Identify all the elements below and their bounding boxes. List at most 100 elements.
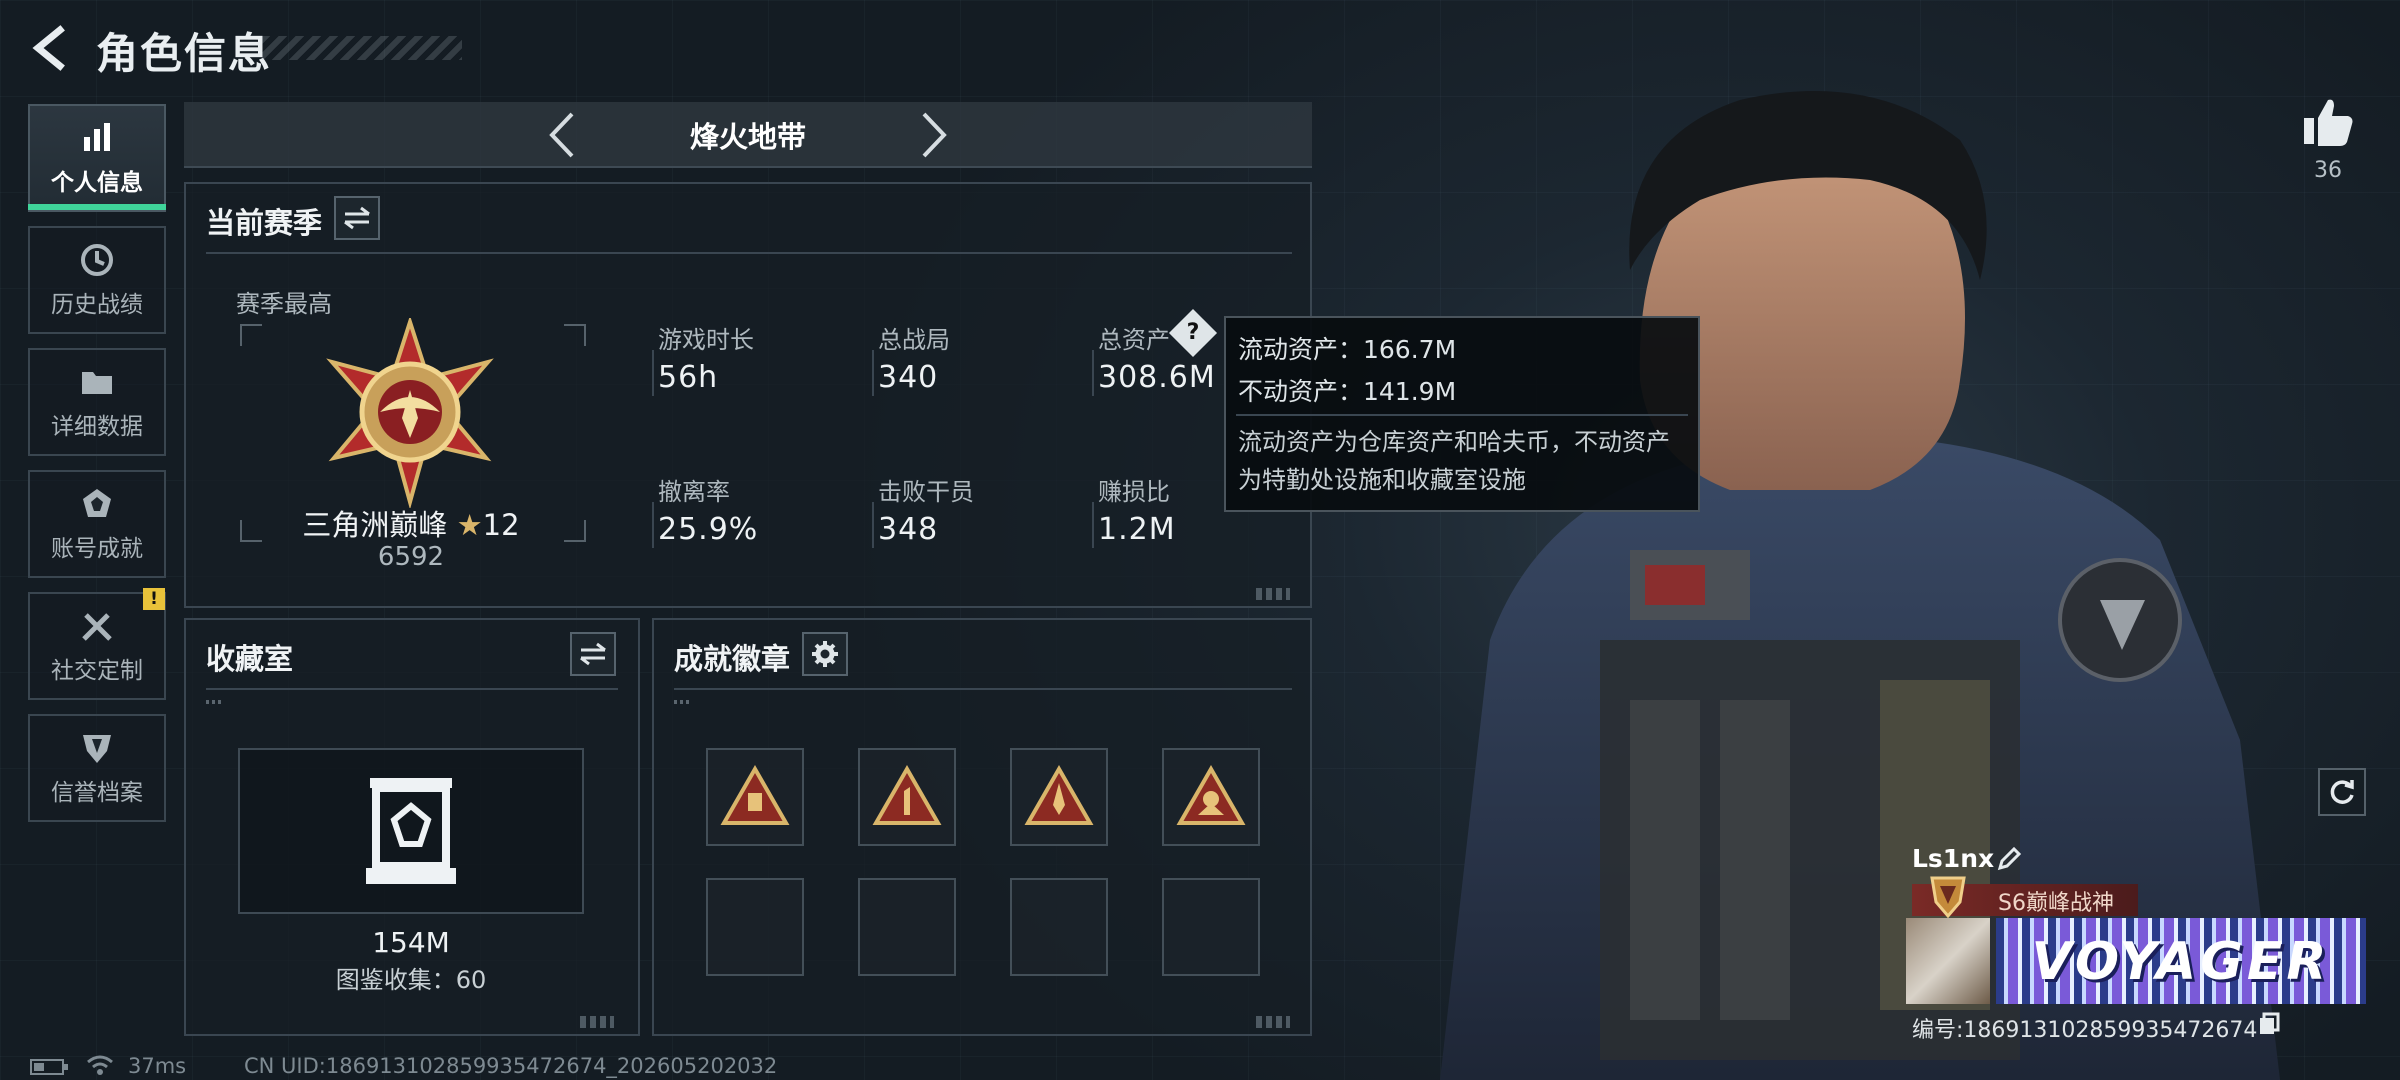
achievement-icon [83, 489, 111, 517]
stat-separator [872, 502, 874, 548]
stat-label-matches: 总战局 [878, 326, 950, 354]
stat-label-extract-rate: 撤离率 [658, 478, 730, 506]
rank-stars: 12 [482, 508, 520, 542]
alert-badge: ! [143, 588, 165, 610]
badge-slot-empty[interactable] [1010, 878, 1108, 976]
swap-icon [344, 206, 370, 230]
title-badge-text: S6巅峰战神 [1998, 891, 2114, 916]
rank-name: 三角洲巅峰 [302, 508, 448, 542]
panel-corner-decoration [1256, 588, 1290, 600]
stat-separator [652, 350, 654, 396]
badge-settings-button[interactable] [802, 632, 848, 676]
player-name: Ls1nx [1912, 844, 1995, 873]
sidebar-item-label: 社交定制 [51, 658, 143, 684]
badge-slot-empty[interactable] [858, 878, 956, 976]
stat-value-kills: 348 [878, 512, 939, 547]
refresh-button[interactable] [2318, 768, 2366, 816]
stripe-decoration [674, 700, 692, 704]
sidebar-item-personal-info[interactable]: 个人信息 [28, 104, 166, 212]
history-clock-icon [81, 244, 113, 276]
sidebar-item-achievements[interactable]: 账号成就 [28, 470, 166, 578]
tools-icon [82, 613, 112, 641]
wifi-icon [87, 1055, 113, 1075]
stat-value-assets: 308.6M [1098, 360, 1216, 395]
bar-chart-icon [84, 123, 110, 151]
footer-uid: CN UID:186913102859935472674_20260520203… [244, 1054, 778, 1078]
tooltip-liquid-assets: 流动资产：166.7M [1238, 335, 1457, 364]
folder-icon [82, 372, 112, 394]
mode-label: 烽火地带 [689, 120, 806, 154]
edit-pencil-icon[interactable] [1996, 846, 2022, 872]
player-uid: 编号:186913102859935472674 [1912, 1018, 2258, 1043]
badge-slot-empty[interactable] [706, 878, 804, 976]
thumbs-up-icon[interactable] [2300, 94, 2356, 150]
ping-text: 37ms [128, 1054, 187, 1078]
name-card-banner[interactable]: VOYAGER [1996, 918, 2366, 1004]
collection-catalog: 图鉴收集：60 [335, 966, 487, 994]
rank-emblem-icon [326, 318, 494, 508]
sidebar-item-label: 信誉档案 [51, 780, 143, 806]
badge-slot-empty[interactable] [1162, 878, 1260, 976]
refresh-icon [2330, 780, 2354, 804]
divider [206, 688, 618, 690]
sidebar-item-history[interactable]: 历史战绩 [28, 226, 166, 334]
title-decoration [262, 36, 462, 60]
stat-label-kills: 击败干员 [878, 478, 974, 506]
collection-title: 收藏室 [206, 642, 294, 676]
copy-icon[interactable] [2258, 1012, 2280, 1036]
star-icon: ★ [456, 508, 483, 542]
badge-4-icon [1176, 765, 1246, 825]
badge-1-icon [720, 765, 790, 825]
season-title: 当前赛季 [206, 206, 323, 240]
stat-label-playtime: 游戏时长 [658, 326, 754, 354]
stat-value-profit-ratio: 1.2M [1098, 512, 1176, 547]
help-glyph: ? [1186, 320, 1200, 345]
divider [206, 252, 1292, 254]
panel-corner-decoration [1256, 1016, 1290, 1028]
collection-swap-button[interactable] [570, 632, 616, 676]
collection-value: 154M [372, 926, 450, 959]
badge-slot[interactable] [1010, 748, 1108, 846]
vault-icon [366, 778, 456, 884]
prev-mode-button[interactable] [542, 108, 582, 162]
banner-text: VOYAGER [2031, 932, 2331, 992]
badge-3-icon [1024, 765, 1094, 825]
back-arrow-icon[interactable] [24, 22, 76, 74]
page-title: 角色信息 [96, 29, 273, 78]
stripe-decoration [206, 700, 224, 704]
sidebar-item-credit[interactable]: 信誉档案 [28, 714, 166, 822]
stat-value-playtime: 56h [658, 360, 719, 395]
sidebar-item-detailed-data[interactable]: 详细数据 [28, 348, 166, 456]
badge-slot[interactable] [1162, 748, 1260, 846]
sidebar-item-label: 详细数据 [51, 414, 143, 440]
banner-photo [1906, 918, 1990, 1004]
battery-icon [30, 1059, 68, 1075]
assets-tooltip: 流动资产：166.7M 不动资产：141.9M 流动资产为仓库资产和哈夫币，不动… [1224, 316, 1700, 512]
rank-score: 6592 [377, 542, 445, 572]
divider [1236, 414, 1688, 416]
swap-icon [580, 642, 606, 666]
tooltip-desc-line-2: 为特勤处设施和收藏室设施 [1238, 466, 1526, 494]
active-indicator [28, 204, 166, 210]
stat-separator [872, 350, 874, 396]
like-count: 36 [2314, 158, 2342, 183]
tooltip-desc-line-1: 流动资产为仓库资产和哈夫币，不动资产 [1238, 428, 1670, 456]
season-best-label: 赛季最高 [236, 290, 332, 318]
stat-label-assets: 总资产 [1098, 326, 1170, 354]
stat-separator [1092, 350, 1094, 396]
stat-separator [1092, 502, 1094, 548]
badge-slot[interactable] [706, 748, 804, 846]
stat-separator [652, 502, 654, 548]
sidebar-item-label: 历史战绩 [51, 292, 143, 318]
shield-icon [83, 735, 111, 763]
stat-value-matches: 340 [878, 360, 939, 395]
title-emblem-icon [1930, 876, 1966, 919]
next-mode-button[interactable] [914, 108, 954, 162]
badge-2-icon [872, 765, 942, 825]
stat-label-profit-ratio: 赚损比 [1098, 478, 1170, 506]
season-swap-button[interactable] [334, 196, 380, 240]
badge-slot[interactable] [858, 748, 956, 846]
rank-line: 三角洲巅峰 ★12 [238, 502, 584, 544]
panel-corner-decoration [580, 1016, 614, 1028]
sidebar-item-label: 账号成就 [51, 536, 143, 562]
